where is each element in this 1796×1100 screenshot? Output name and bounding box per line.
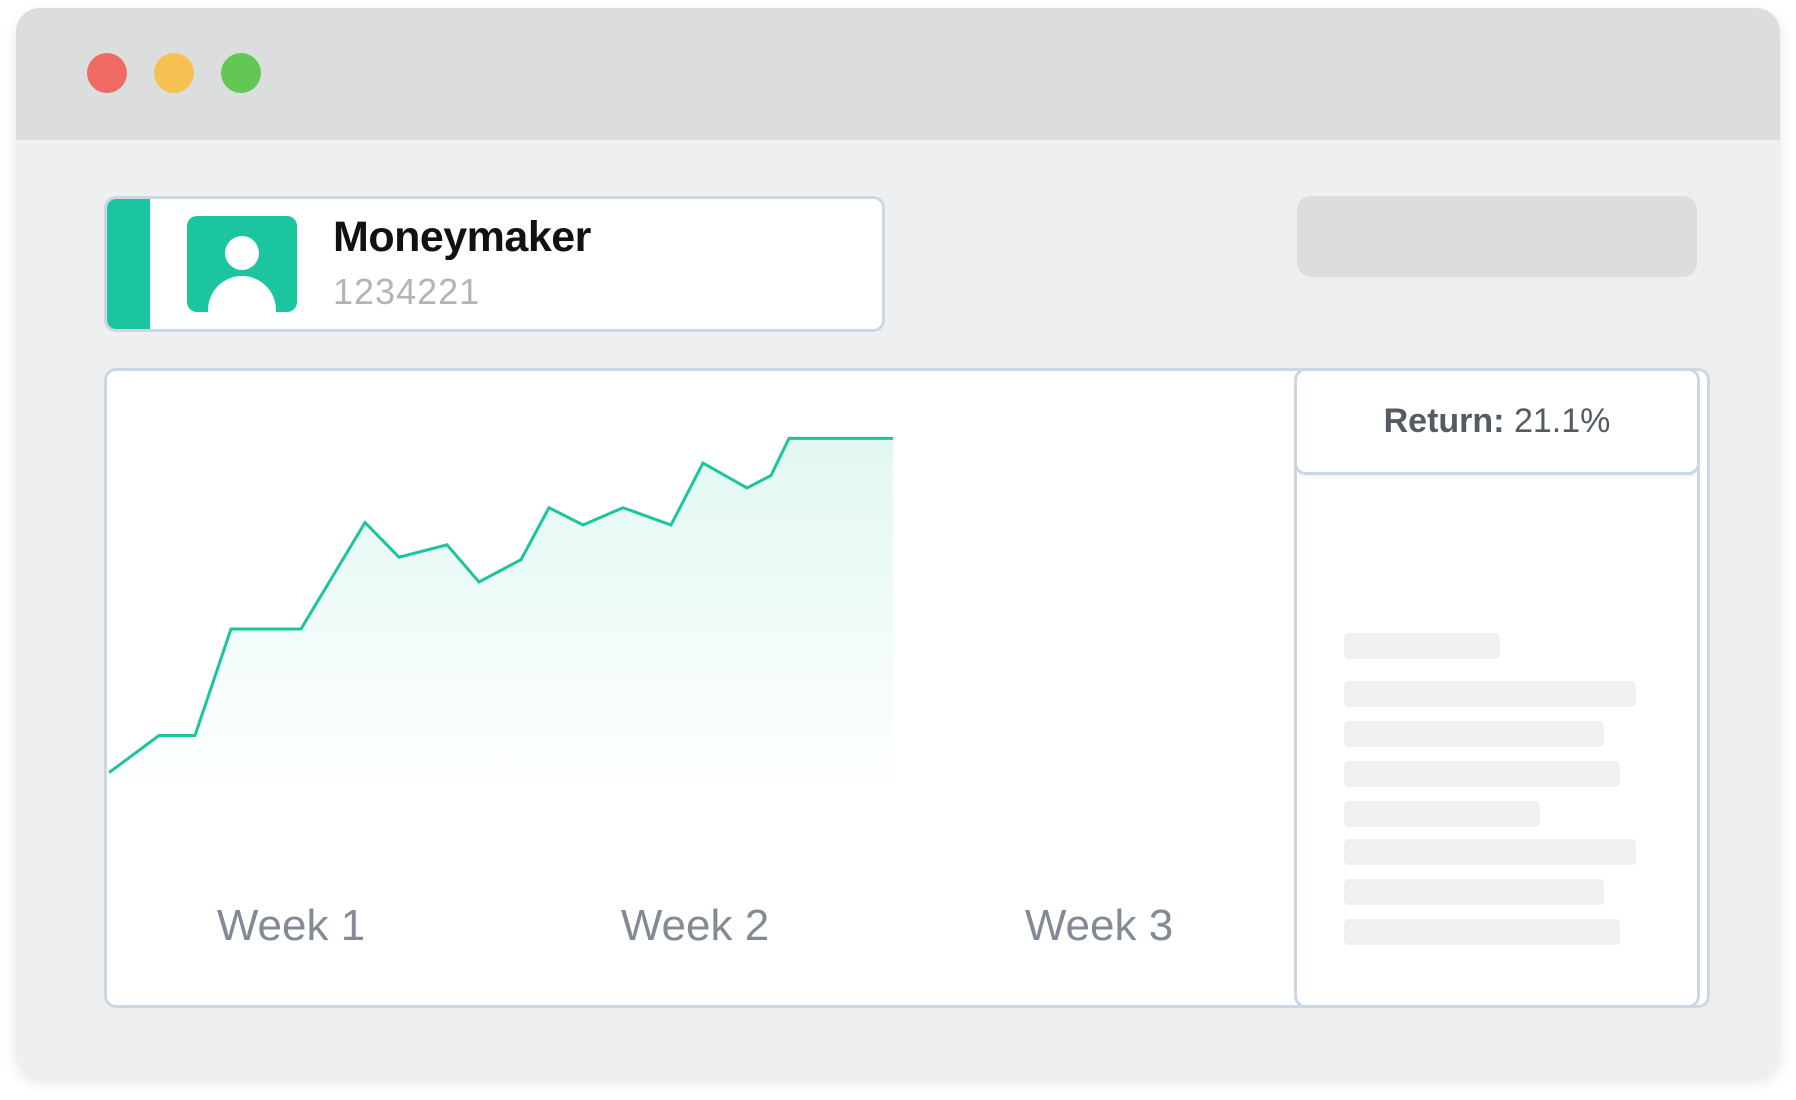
account-accent-bar xyxy=(107,199,150,329)
close-window-button[interactable] xyxy=(87,53,127,93)
return-summary: Return: 21.1% xyxy=(1297,371,1697,475)
x-tick-label: Week 3 xyxy=(1024,901,1174,950)
placeholder-line xyxy=(1344,721,1604,747)
placeholder-line xyxy=(1344,919,1620,945)
placeholder-line xyxy=(1344,839,1636,865)
series-area xyxy=(109,438,893,801)
maximize-window-button[interactable] xyxy=(221,53,261,93)
summary-panel: Return: 21.1% xyxy=(1294,368,1700,1008)
title-bar xyxy=(16,8,1780,140)
top-right-placeholder xyxy=(1297,196,1697,277)
return-label: Return: xyxy=(1383,402,1505,440)
placeholder-line xyxy=(1344,879,1604,905)
placeholder-line xyxy=(1344,761,1620,787)
minimize-window-button[interactable] xyxy=(154,53,194,93)
account-card[interactable]: Moneymaker 1234221 xyxy=(104,196,885,332)
account-number: 1234221 xyxy=(333,271,481,312)
account-name: Moneymaker xyxy=(333,213,591,261)
x-tick-label: Week 1 xyxy=(216,901,366,950)
x-tick-label: Week 2 xyxy=(620,901,770,950)
placeholder-line xyxy=(1344,633,1500,659)
placeholder-line xyxy=(1344,681,1636,707)
placeholder-line xyxy=(1344,801,1540,827)
app-window: Moneymaker 1234221 Week 1 Week 2 Week 3 … xyxy=(16,8,1780,1076)
user-icon xyxy=(187,216,297,312)
return-value: 21.1% xyxy=(1513,402,1611,440)
